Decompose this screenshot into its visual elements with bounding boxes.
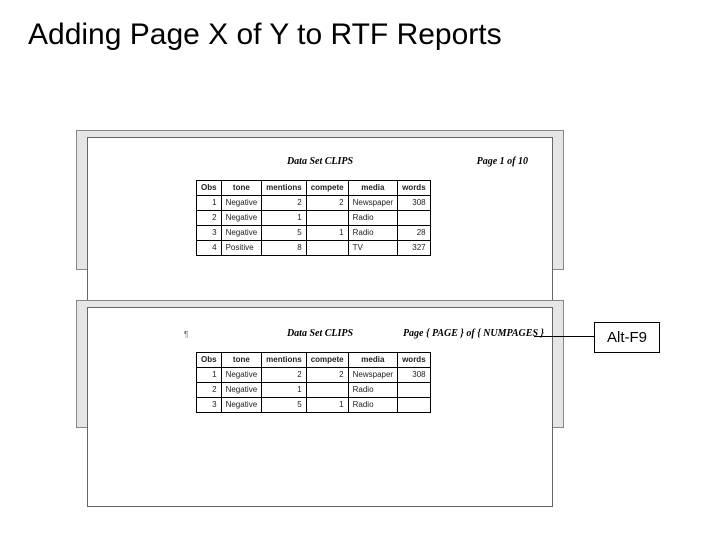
cell: Radio xyxy=(348,398,397,413)
cell: 2 xyxy=(306,196,348,211)
cell: 1 xyxy=(262,211,307,226)
col-header: tone xyxy=(221,181,262,196)
col-header: compete xyxy=(306,353,348,368)
table-row: 1 Negative 2 2 Newspaper 308 xyxy=(197,368,431,383)
cell: Positive xyxy=(221,241,262,256)
table-row: 2 Negative 1 Radio xyxy=(197,383,431,398)
cell xyxy=(306,241,348,256)
table-header-row: Obs tone mentions compete media words xyxy=(197,353,431,368)
cell: 8 xyxy=(262,241,307,256)
cell: Radio xyxy=(348,383,397,398)
cell: Negative xyxy=(221,211,262,226)
cell xyxy=(398,211,431,226)
cell: TV xyxy=(348,241,397,256)
report1-table: Obs tone mentions compete media words 1 … xyxy=(196,180,431,256)
slide-title: Adding Page X of Y to RTF Reports xyxy=(28,18,502,52)
report2-page: ¶ Data Set CLIPS Page { PAGE } of { NUMP… xyxy=(87,307,553,507)
table-row: 2 Negative 1 Radio xyxy=(197,211,431,226)
cell: 5 xyxy=(262,226,307,241)
cell: 28 xyxy=(398,226,431,241)
cell: 308 xyxy=(398,368,431,383)
cell: 2 xyxy=(306,368,348,383)
cell: 1 xyxy=(197,196,222,211)
cell: 327 xyxy=(398,241,431,256)
col-header: media xyxy=(348,181,397,196)
cell: 2 xyxy=(197,211,222,226)
cell: 3 xyxy=(197,398,222,413)
cell: Negative xyxy=(221,383,262,398)
cell: 1 xyxy=(306,226,348,241)
cell: Newspaper xyxy=(348,196,397,211)
cell: Radio xyxy=(348,211,397,226)
report2-page-label: Page { PAGE } of { NUMPAGES } xyxy=(403,328,544,339)
table-row: 3 Negative 5 1 Radio 28 xyxy=(197,226,431,241)
cell: Negative xyxy=(221,196,262,211)
cell: 1 xyxy=(197,368,222,383)
cell: Negative xyxy=(221,398,262,413)
cell: 2 xyxy=(262,368,307,383)
report2-frame: ¶ Data Set CLIPS Page { PAGE } of { NUMP… xyxy=(76,300,564,428)
report2-table: Obs tone mentions compete media words 1 … xyxy=(196,352,431,413)
col-header: compete xyxy=(306,181,348,196)
cell: Radio xyxy=(348,226,397,241)
cell: Newspaper xyxy=(348,368,397,383)
report1-page-label: Page 1 of 10 xyxy=(477,156,528,167)
cell: 4 xyxy=(197,241,222,256)
col-header: words xyxy=(398,353,431,368)
col-header: words xyxy=(398,181,431,196)
cell: 1 xyxy=(262,383,307,398)
cell: 1 xyxy=(306,398,348,413)
col-header: media xyxy=(348,353,397,368)
cell xyxy=(306,211,348,226)
col-header: mentions xyxy=(262,181,307,196)
callout-label: Alt-F9 xyxy=(607,329,647,346)
table-row: 1 Negative 2 2 Newspaper 308 xyxy=(197,196,431,211)
col-header: Obs xyxy=(197,353,222,368)
cell: Negative xyxy=(221,368,262,383)
cell xyxy=(398,398,431,413)
col-header: Obs xyxy=(197,181,222,196)
cell: 308 xyxy=(398,196,431,211)
table-row: 4 Positive 8 TV 327 xyxy=(197,241,431,256)
alt-f9-callout: Alt-F9 xyxy=(594,322,660,353)
callout-connector xyxy=(534,336,594,337)
cell: 2 xyxy=(197,383,222,398)
cell: 5 xyxy=(262,398,307,413)
table-header-row: Obs tone mentions compete media words xyxy=(197,181,431,196)
cell: 2 xyxy=(262,196,307,211)
col-header: mentions xyxy=(262,353,307,368)
cell: 3 xyxy=(197,226,222,241)
cell: Negative xyxy=(221,226,262,241)
cell xyxy=(398,383,431,398)
report1-frame: Data Set CLIPS Page 1 of 10 Obs tone men… xyxy=(76,130,564,270)
cell xyxy=(306,383,348,398)
col-header: tone xyxy=(221,353,262,368)
table-row: 3 Negative 5 1 Radio xyxy=(197,398,431,413)
